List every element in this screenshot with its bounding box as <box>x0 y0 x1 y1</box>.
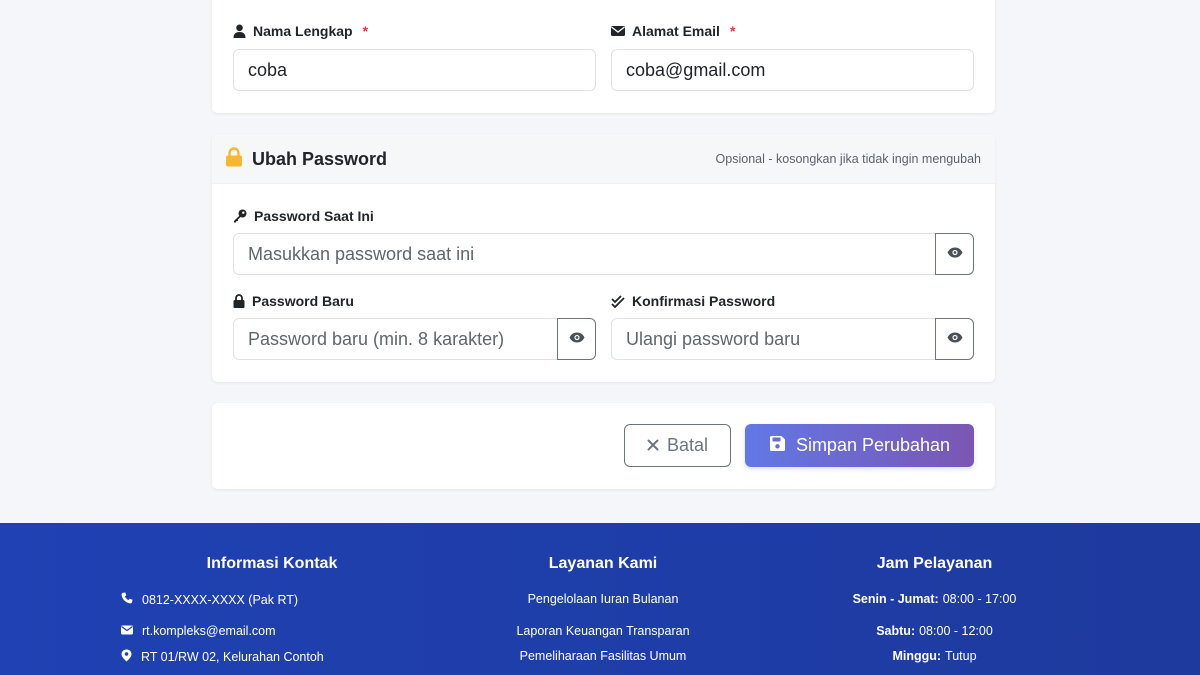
hours-row: Sabtu: 08:00 - 12:00 <box>782 624 1087 638</box>
hours-day: Senin - Jumat: <box>852 592 939 606</box>
name-field-label: Nama Lengkap * <box>233 23 368 39</box>
name-label-text: Nama Lengkap <box>253 23 353 39</box>
service-item: Pengelolaan Iuran Bulanan <box>527 592 679 606</box>
toggle-current-password-button[interactable] <box>935 233 974 275</box>
services-title: Layanan Kami <box>548 555 658 572</box>
new-password-label: Password Baru <box>233 293 354 309</box>
hours-day: Sabtu: <box>876 624 916 638</box>
confirm-password-input[interactable] <box>611 318 936 360</box>
key-icon <box>233 209 247 223</box>
new-password-label-text: Password Baru <box>252 293 354 309</box>
hours-time: 08:00 - 12:00 <box>919 624 993 638</box>
contact-address-text: RT 01/RW 02, Kelurahan Contoh <box>141 650 324 664</box>
envelope-icon <box>121 624 133 638</box>
password-card-header: Ubah Password Opsional - kosongkan jika … <box>212 134 995 184</box>
email-label-text: Alamat Email <box>632 23 720 39</box>
confirm-password-label: Konfirmasi Password <box>611 293 775 309</box>
cancel-button[interactable]: Batal <box>624 424 731 467</box>
eye-icon <box>569 330 585 348</box>
password-optional-note: Opsional - kosongkan jika tidak ingin me… <box>715 152 981 166</box>
save-icon <box>769 435 786 457</box>
save-button-label: Simpan Perubahan <box>795 435 951 455</box>
service-item: Laporan Keuangan Transparan <box>516 624 690 638</box>
new-password-input[interactable] <box>233 318 558 360</box>
contact-info-title: Informasi Kontak <box>206 555 338 572</box>
email-input[interactable] <box>611 49 974 91</box>
hours-time: Tutup <box>945 649 977 663</box>
required-marker: * <box>729 23 736 39</box>
contact-phone: 0812-XXXX-XXXX (Pak RT) <box>121 592 298 607</box>
contact-address: RT 01/RW 02, Kelurahan Contoh <box>121 649 324 665</box>
contact-phone-text: 0812-XXXX-XXXX (Pak RT) <box>142 592 299 607</box>
change-password-card: Ubah Password Opsional - kosongkan jika … <box>212 134 995 382</box>
current-password-label-text: Password Saat Ini <box>254 208 374 224</box>
contact-email: rt.kompleks@email.com <box>121 624 276 638</box>
eye-icon <box>947 330 963 348</box>
toggle-new-password-button[interactable] <box>557 318 596 360</box>
eye-icon <box>947 245 963 263</box>
save-changes-button[interactable]: Simpan Perubahan <box>745 424 974 467</box>
profile-info-card: Nama Lengkap * Alamat Email * <box>212 0 995 113</box>
hours-row: Senin - Jumat: 08:00 - 17:00 <box>782 592 1087 606</box>
map-marker-icon <box>121 649 132 665</box>
confirm-password-label-text: Konfirmasi Password <box>632 293 776 309</box>
envelope-icon <box>611 25 625 37</box>
cancel-button-label: Batal <box>666 435 709 455</box>
service-item: Pemeliharaan Fasilitas Umum <box>519 649 687 663</box>
toggle-confirm-password-button[interactable] <box>935 318 974 360</box>
contact-email-text: rt.kompleks@email.com <box>142 624 276 638</box>
check-double-icon <box>611 294 625 308</box>
user-icon <box>233 24 246 38</box>
password-title-text: Ubah Password <box>252 149 388 169</box>
hours-time: 08:00 - 17:00 <box>942 592 1017 606</box>
phone-icon <box>121 592 133 607</box>
form-actions-card: Batal Simpan Perubahan <box>212 403 995 489</box>
password-section-title: Ubah Password <box>225 147 387 172</box>
times-icon <box>647 435 659 456</box>
email-field-label: Alamat Email * <box>611 23 735 39</box>
site-footer: Informasi Kontak 0812-XXXX-XXXX (Pak RT)… <box>0 523 1200 675</box>
name-input[interactable] <box>233 49 596 91</box>
current-password-label: Password Saat Ini <box>233 208 374 224</box>
required-marker: * <box>362 23 369 39</box>
hours-day: Minggu: <box>892 649 942 663</box>
service-hours-title: Jam Pelayanan <box>876 555 993 572</box>
lock-icon <box>233 294 245 308</box>
lock-icon <box>225 147 243 172</box>
current-password-input[interactable] <box>233 233 936 275</box>
hours-row: Minggu: Tutup <box>782 649 1087 663</box>
